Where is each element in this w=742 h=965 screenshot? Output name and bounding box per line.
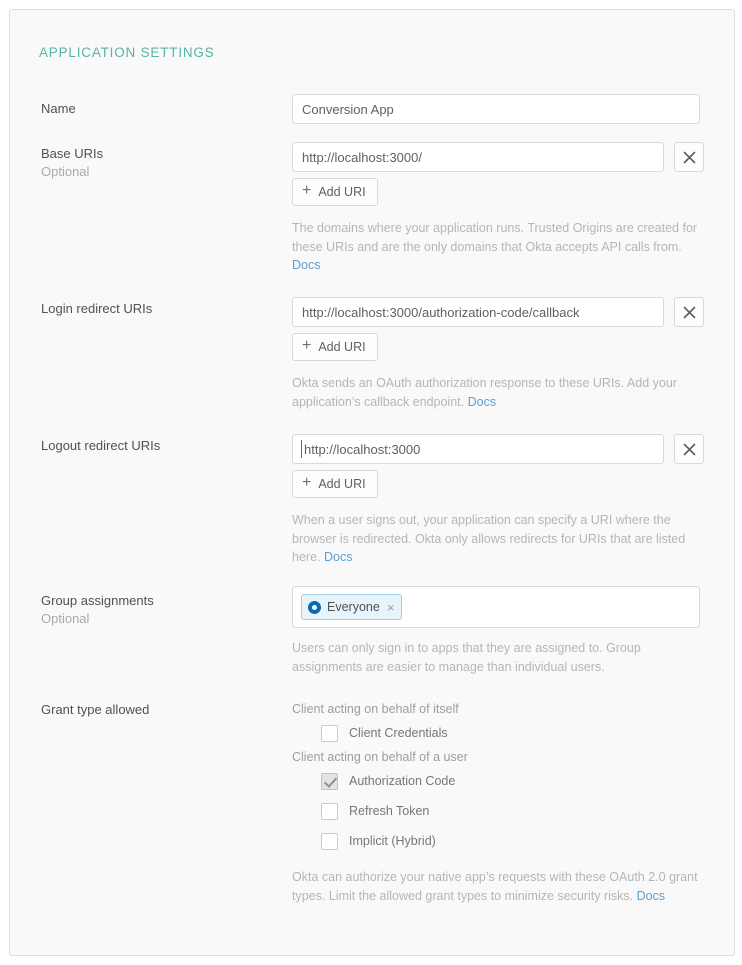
base-uris-label: Base URIs Optional [41,146,103,180]
logout-redirect-uri-input[interactable] [292,434,664,464]
group-assignments-field-group: Everyone × Users can only sign in to app… [292,586,704,676]
group-assignments-label: Group assignments Optional [41,593,154,627]
logout-redirect-input-wrap [292,434,664,464]
name-label: Name [41,101,76,117]
base-uri-input-wrap [292,142,664,172]
close-icon [683,443,696,456]
grant-option-label: Authorization Code [349,774,455,788]
close-icon [683,306,696,319]
grant-option-label: Refresh Token [349,804,429,818]
application-settings-card: APPLICATION SETTINGS Name Base URIs Opti… [9,9,735,956]
add-login-redirect-uri-button[interactable]: + Add URI [292,333,378,361]
text-caret [301,440,302,458]
grant-option-refresh-token[interactable]: Refresh Token [292,796,704,826]
add-base-uri-button[interactable]: + Add URI [292,178,378,206]
plus-icon: + [302,338,311,354]
checkbox-implicit-hybrid[interactable] [321,833,338,850]
login-redirect-field-group: + Add URI Okta sends an OAuth authorizat… [292,297,704,411]
logout-redirect-uri-row [292,434,704,464]
base-uris-docs-link[interactable]: Docs [292,258,320,272]
grant-option-implicit-hybrid[interactable]: Implicit (Hybrid) [292,826,704,856]
close-icon [683,151,696,164]
checkbox-client-credentials[interactable] [321,725,338,742]
base-uri-row [292,142,704,172]
base-uris-field-group: + Add URI The domains where your applica… [292,142,704,275]
plus-icon: + [302,475,311,491]
login-redirect-input-wrap [292,297,664,327]
checkbox-authorization-code[interactable] [321,773,338,790]
logout-redirect-uris-help: When a user signs out, your application … [292,511,704,567]
grant-option-client-credentials[interactable]: Client Credentials [292,718,704,748]
group-chip-label: Everyone [327,600,380,614]
add-base-uri-label: Add URI [318,185,365,199]
base-uris-help: The domains where your application runs.… [292,219,704,275]
login-redirect-docs-link[interactable]: Docs [468,395,496,409]
login-redirect-uris-help: Okta sends an OAuth authorization respon… [292,374,704,411]
grant-group-self-heading: Client acting on behalf of itself [292,700,704,718]
base-uri-input[interactable] [292,142,664,172]
grant-type-field-group: Client acting on behalf of itself Client… [292,700,704,905]
logout-redirect-docs-link[interactable]: Docs [324,550,352,564]
grant-option-label: Client Credentials [349,726,448,740]
add-logout-redirect-uri-label: Add URI [318,477,365,491]
grant-group-user-heading: Client acting on behalf of a user [292,748,704,766]
group-assignments-help: Users can only sign in to apps that they… [292,639,704,676]
login-redirect-uri-input[interactable] [292,297,664,327]
remove-logout-redirect-uri-button[interactable] [674,434,704,464]
logout-redirect-uris-label: Logout redirect URIs [41,438,160,454]
group-assignments-input[interactable]: Everyone × [292,586,700,628]
group-ring-icon [308,601,321,614]
remove-base-uri-button[interactable] [674,142,704,172]
base-uris-optional: Optional [41,164,103,180]
logout-redirect-field-group: + Add URI When a user signs out, your ap… [292,434,704,567]
grant-option-authorization-code[interactable]: Authorization Code [292,766,704,796]
group-assignments-optional: Optional [41,611,154,627]
plus-icon: + [302,183,311,199]
group-chip-everyone[interactable]: Everyone × [301,594,402,620]
remove-login-redirect-uri-button[interactable] [674,297,704,327]
name-input[interactable] [292,94,700,124]
grant-type-help: Okta can authorize your native app’s req… [292,868,704,905]
login-redirect-uris-label: Login redirect URIs [41,301,152,317]
grant-type-docs-link[interactable]: Docs [637,889,665,903]
group-chip-remove-icon[interactable]: × [387,601,395,614]
grant-option-label: Implicit (Hybrid) [349,834,436,848]
checkbox-refresh-token[interactable] [321,803,338,820]
add-logout-redirect-uri-button[interactable]: + Add URI [292,470,378,498]
page-title: APPLICATION SETTINGS [39,45,215,60]
add-login-redirect-uri-label: Add URI [318,340,365,354]
login-redirect-uri-row [292,297,704,327]
grant-type-label: Grant type allowed [41,702,149,718]
name-field-group [292,94,700,124]
